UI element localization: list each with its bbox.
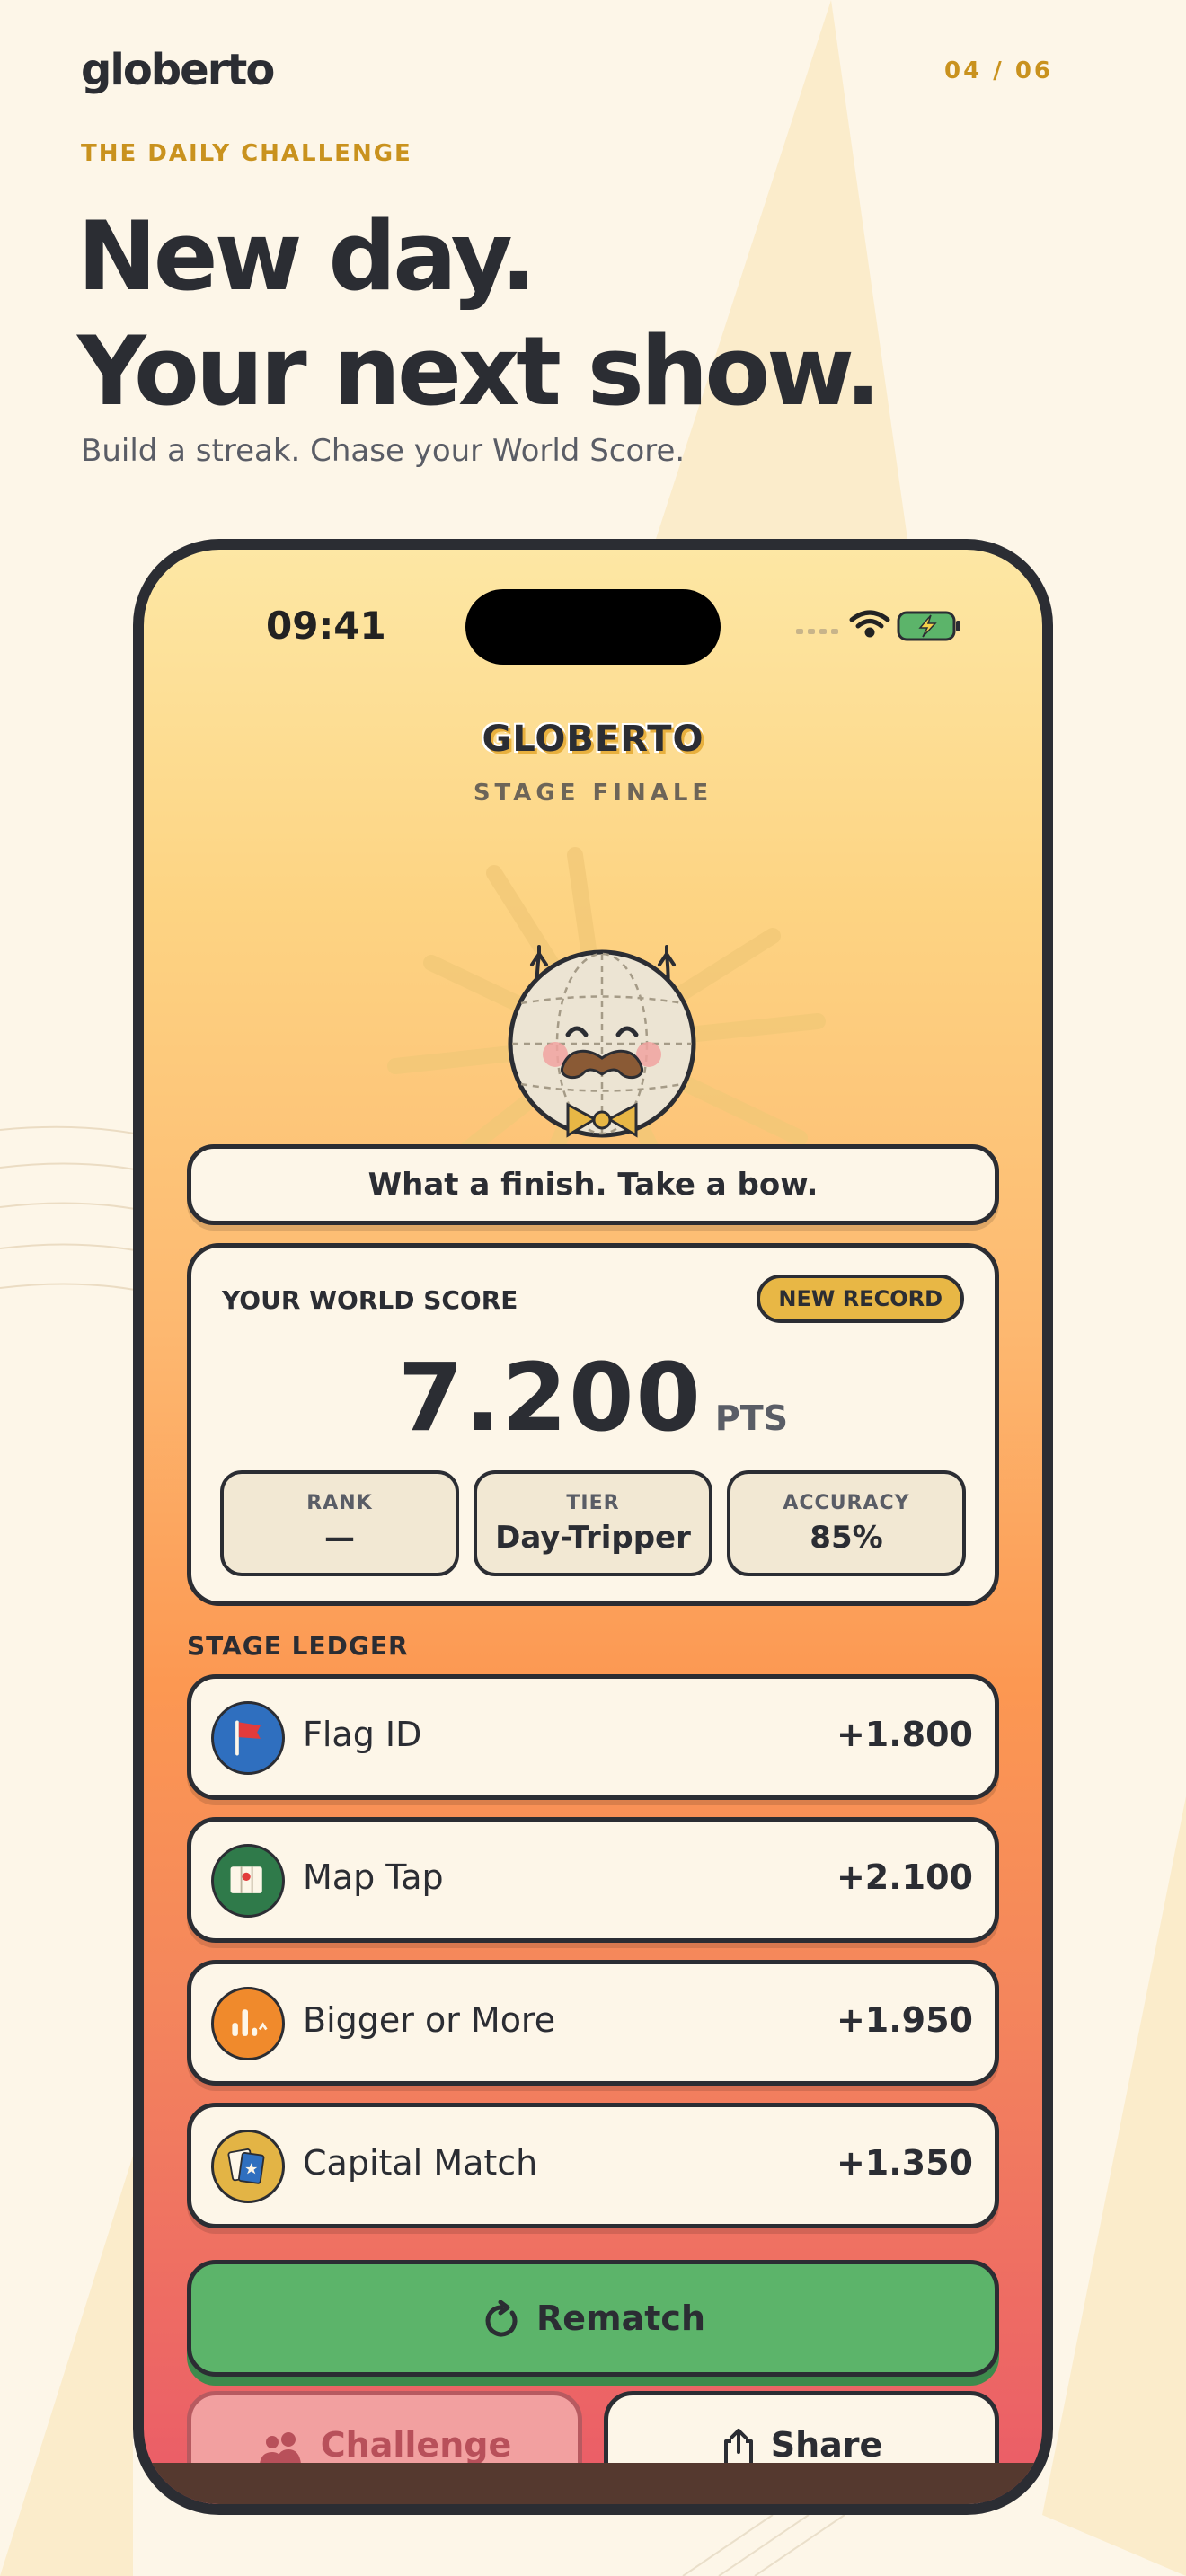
ledger-row-map-tap[interactable]: Map Tap +2.100 [187,1817,999,1943]
stat-value: 85% [810,1520,883,1556]
stat-tier: TIER Day-Tripper [474,1470,712,1576]
stat-label: TIER [566,1492,620,1514]
refresh-icon [485,2299,518,2336]
stage-subtitle: STAGE FINALE [473,780,713,807]
flag-icon [211,1701,285,1775]
score-number: 7.200 [397,1343,703,1452]
ledger-row-flag-id[interactable]: Flag ID +1.800 [187,1674,999,1800]
stat-accuracy: ACCURACY 85% [727,1470,966,1576]
capital-card-icon [211,2130,285,2203]
score-label: YOUR WORLD SCORE [222,1285,518,1315]
ledger-title: STAGE LEDGER [187,1631,409,1661]
ledger-row-label: Capital Match [303,2143,538,2183]
challenge-label: Challenge [320,2425,512,2465]
ledger-row-points: +1.350 [836,2143,973,2183]
stage-title: GLOBERTO [482,719,704,760]
bottom-bar [144,2463,1042,2504]
dynamic-island [465,589,721,665]
headline-line-1: New day. [77,201,536,312]
eyebrow-label: THE DAILY CHALLENGE [81,140,412,167]
stat-value: — [324,1520,355,1556]
ledger-row-label: Map Tap [303,1857,444,1897]
ledger-row-capital-match[interactable]: Capital Match +1.350 [187,2103,999,2228]
headline: New day. Your next show. [77,199,881,429]
ledger-row-points: +2.100 [836,1857,973,1897]
new-record-badge: NEW RECORD [757,1275,964,1323]
ledger-row-points: +1.800 [836,1715,973,1754]
phone-frame: 09:41 GLOBERTO STAGE FINALE What a finis… [133,539,1053,2515]
page-indicator: 04 / 06 [944,57,1053,84]
ledger-row-label: Bigger or More [303,2000,556,2040]
map-icon [211,1844,285,1918]
rematch-label: Rematch [535,2298,705,2338]
ledger-row-bigger-or-more[interactable]: Bigger or More +1.950 [187,1960,999,2086]
stat-label: ACCURACY [783,1492,910,1514]
ledger-row-label: Flag ID [303,1715,422,1754]
signal-icon [796,629,838,634]
world-score-card: YOUR WORLD SCORE NEW RECORD 7.200 PTS RAN… [187,1243,999,1606]
bar-chart-icon [211,1987,285,2060]
subtitle: Build a streak. Chase your World Score. [81,433,686,469]
wifi-icon [849,610,890,638]
score-value: 7.200 PTS [191,1343,995,1452]
status-time: 09:41 [266,604,386,648]
ledger-row-points: +1.950 [836,2000,973,2040]
score-unit: PTS [714,1398,789,1438]
stat-value: Day-Tripper [495,1520,691,1556]
share-label: Share [770,2425,883,2465]
brand-logo: globerto [81,45,275,95]
battery-charging-icon [897,611,960,641]
people-icon [259,2431,301,2464]
stat-label: RANK [306,1492,373,1514]
rematch-button[interactable]: Rematch [187,2260,999,2377]
headline-line-2: Your next show. [77,316,881,427]
share-icon [723,2428,753,2466]
status-icons [796,610,960,641]
stage-message: What a finish. Take a bow. [187,1144,999,1225]
stat-rank: RANK — [220,1470,459,1576]
